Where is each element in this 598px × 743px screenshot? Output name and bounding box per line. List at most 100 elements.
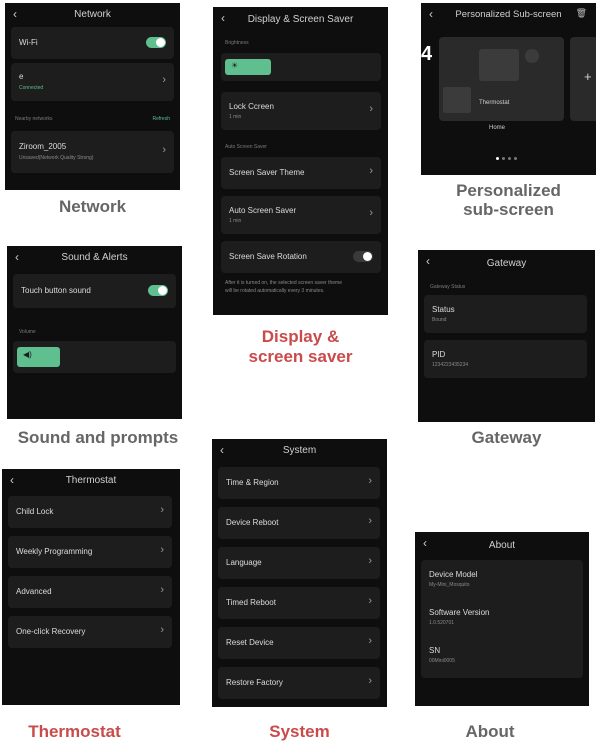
thermostat-caption: Thermostat <box>28 722 121 741</box>
gateway-title: Gateway <box>486 257 527 269</box>
add-subscreen-card[interactable]: + <box>570 37 596 121</box>
menu-item-label: Device Reboot <box>226 518 279 527</box>
left-edge-digit: 4 <box>421 43 433 65</box>
auto-screen-saver-label: Auto Screen Saver <box>229 206 297 215</box>
display-title: Display & Screen Saver <box>247 13 354 25</box>
lock-screen-label: Lock Ccreen <box>229 102 274 111</box>
display-screen: ‹ Display & Screen Saver Brightness ☀ Lo… <box>213 7 388 315</box>
rotation-note-line1: After it is turned on, the selected scre… <box>225 280 343 286</box>
menu-item-label: Language <box>226 558 262 567</box>
chevron-right-icon: › <box>368 595 372 607</box>
device-model-label: Device Model <box>429 570 478 579</box>
wifi-toggle[interactable] <box>146 37 166 48</box>
sn-label: SN <box>429 646 441 655</box>
home-subscreen-card[interactable]: Thermostat <box>439 37 564 121</box>
touch-sound-row[interactable]: Touch button sound <box>13 274 176 308</box>
chevron-right-icon: › <box>368 475 372 487</box>
page-dot <box>496 157 499 160</box>
wifi-row[interactable]: Wi-Fi <box>11 27 174 59</box>
menu-item-label: Restore Factory <box>226 678 283 687</box>
menu-item-time-region[interactable]: Time & Region › <box>218 467 380 499</box>
software-version-label: Software Version <box>429 608 490 617</box>
chevron-right-icon: › <box>162 74 166 86</box>
sound-screen: ‹ Sound & Alerts Touch button sound Volu… <box>7 246 182 419</box>
toggle-knob <box>156 38 165 47</box>
toggle-knob <box>363 252 372 261</box>
status-label: Status <box>432 305 455 314</box>
personalized-caption-line2: sub-screen <box>463 200 554 219</box>
connected-status: Connected <box>19 85 44 91</box>
menu-item-advanced[interactable]: Advanced › <box>8 576 172 608</box>
touch-sound-toggle[interactable] <box>148 285 168 296</box>
network-name: Ziroom_2005 <box>19 142 67 151</box>
touch-sound-label: Touch button sound <box>21 286 91 295</box>
refresh-link[interactable]: Refresh <box>152 116 170 122</box>
menu-item-label: One-click Recovery <box>16 627 86 636</box>
lock-screen-row[interactable]: Lock Ccreen 1 min › <box>221 92 381 130</box>
auto-screen-saver-row[interactable]: Auto Screen Saver 1 min › <box>221 196 381 234</box>
network-caption: Network <box>58 197 127 216</box>
display-caption-line1: Display & <box>261 327 340 346</box>
gateway-screen: ‹ Gateway Gateway Status Status Bound PI… <box>418 250 595 422</box>
menu-item-language[interactable]: Language › <box>218 547 380 579</box>
chevron-right-icon: › <box>160 544 164 556</box>
widget-placeholder-left <box>443 87 471 113</box>
volume-label: Volume <box>19 329 36 335</box>
device-model-value: My-Mini_Mosquito <box>429 582 470 588</box>
sn-value: 00Mini0005 <box>429 658 455 664</box>
pid-row: PID 1234223435234 <box>424 340 587 378</box>
thermostat-widget-label: Thermostat <box>479 100 510 106</box>
widget-placeholder-round <box>525 49 539 63</box>
pid-label: PID <box>432 350 446 359</box>
status-row: Status Bound <box>424 295 587 333</box>
page-dot <box>502 157 505 160</box>
brightness-slider[interactable]: ☀ <box>221 53 381 81</box>
menu-item-label: Time & Region <box>226 478 279 487</box>
auto-screen-saver-section-label: Auto Screen Saver <box>225 144 267 150</box>
chevron-right-icon: › <box>369 207 373 219</box>
system-title: System <box>282 444 317 456</box>
status-value: Bound <box>432 317 447 323</box>
network-quality: Unsaved(Network Quality Strong) <box>19 155 94 161</box>
about-screen: ‹ About Device Model My-Mini_Mosquito So… <box>415 532 589 706</box>
trash-icon[interactable]: 🗑 <box>576 8 587 19</box>
page-dot <box>508 157 511 160</box>
screen-saver-theme-label: Screen Saver Theme <box>229 168 305 177</box>
system-screen: ‹ System Time & Region › Device Reboot ›… <box>212 439 387 707</box>
sound-caption: Sound and prompts <box>17 428 179 447</box>
auto-screen-saver-value: 1 min <box>229 218 242 224</box>
connected-network-row[interactable]: e Connected › <box>11 63 174 101</box>
sound-title: Sound & Alerts <box>61 251 128 263</box>
volume-slider[interactable]: ◀) <box>13 341 176 373</box>
about-info-card: Device Model My-Mini_Mosquito Software V… <box>421 560 583 678</box>
network-list-item[interactable]: Ziroom_2005 Unsaved(Network Quality Stro… <box>11 131 174 173</box>
thermostat-screen: ‹ Thermostat Child Lock › Weekly Program… <box>2 469 180 705</box>
menu-item-label: Reset Device <box>226 638 274 647</box>
chevron-right-icon: › <box>369 165 373 177</box>
rotation-note-line2: will be rotated automatically every 3 mi… <box>225 288 325 294</box>
rotation-toggle[interactable] <box>353 251 373 262</box>
menu-item-device-reboot[interactable]: Device Reboot › <box>218 507 380 539</box>
chevron-right-icon: › <box>368 555 372 567</box>
home-label: Home <box>489 125 506 131</box>
pid-value: 1234223435234 <box>432 362 469 368</box>
chevron-right-icon: › <box>368 515 372 527</box>
screen-save-rotation-row[interactable]: Screen Save Rotation <box>221 241 381 273</box>
menu-item-child-lock[interactable]: Child Lock › <box>8 496 172 528</box>
menu-item-reset-device[interactable]: Reset Device › <box>218 627 380 659</box>
toggle-knob <box>158 286 167 295</box>
chevron-right-icon: › <box>368 675 372 687</box>
screen-saver-theme-row[interactable]: Screen Saver Theme › <box>221 157 381 189</box>
menu-item-one-click-recovery[interactable]: One-click Recovery › <box>8 616 172 648</box>
network-screen: ‹ Network Wi-Fi e Connected › Nearby net… <box>5 3 180 190</box>
gateway-caption: Gateway <box>471 428 542 447</box>
menu-item-label: Advanced <box>16 587 52 596</box>
nearby-networks-label: Nearby networks <box>15 116 53 122</box>
chevron-right-icon: › <box>160 624 164 636</box>
menu-item-weekly-programming[interactable]: Weekly Programming › <box>8 536 172 568</box>
menu-item-restore-factory[interactable]: Restore Factory › <box>218 667 380 699</box>
personalized-caption-line1: Personalized <box>456 181 561 200</box>
menu-item-timed-reboot[interactable]: Timed Reboot › <box>218 587 380 619</box>
about-caption: About <box>465 722 515 741</box>
chevron-right-icon: › <box>160 504 164 516</box>
